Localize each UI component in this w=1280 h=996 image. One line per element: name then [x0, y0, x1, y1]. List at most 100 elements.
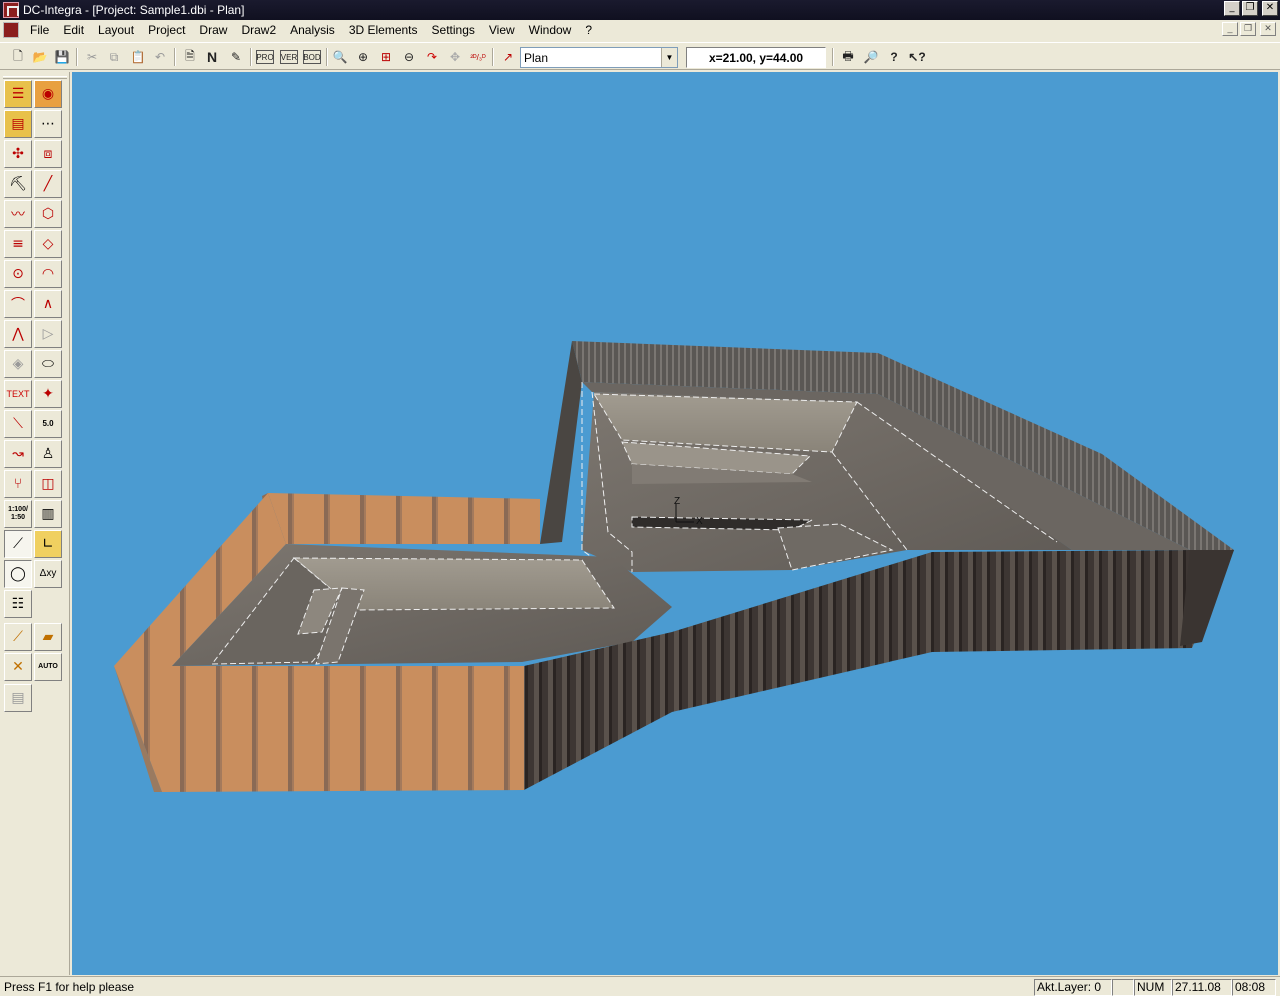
toolbar-separator — [250, 48, 252, 66]
anchor-row-icon[interactable]: ⋯ — [34, 110, 62, 138]
document-icon[interactable]: 🗎 — [180, 47, 200, 67]
target-icon[interactable]: ◉ — [34, 80, 62, 108]
mdi-restore-button[interactable]: ❐ — [1240, 22, 1256, 36]
redraw-icon[interactable]: ↷ — [422, 47, 442, 67]
menu-help[interactable]: ? — [578, 20, 599, 40]
pan-icon[interactable]: ✥ — [445, 47, 465, 67]
open-folder-icon[interactable]: 📂 — [30, 47, 50, 67]
print-preview-icon[interactable]: 🔎 — [861, 47, 881, 67]
stacked-layers-icon[interactable]: ☷ — [4, 590, 32, 618]
axis-label-x: X — [696, 516, 703, 527]
table-list-icon[interactable]: ▤ — [4, 684, 32, 712]
rotated-square-icon[interactable]: ◇ — [34, 230, 62, 258]
arc-icon[interactable]: ◠ — [34, 260, 62, 288]
close-button[interactable]: ✕ — [1262, 1, 1278, 16]
panel-icon[interactable]: ◫ — [34, 470, 62, 498]
hatch-lines-icon[interactable]: ≡ — [4, 230, 32, 258]
slope-line-icon[interactable]: ⟍ — [4, 410, 32, 438]
north-icon[interactable]: N — [202, 47, 222, 67]
split-icon[interactable]: ⑂ — [4, 470, 32, 498]
scale-tool[interactable]: 1:100/ 1:50 — [4, 500, 32, 528]
chamfer-icon[interactable]: ⋀ — [4, 320, 32, 348]
palette-grip[interactable] — [3, 76, 67, 79]
menu-edit[interactable]: Edit — [56, 20, 91, 40]
lasso-icon[interactable]: ◯ — [4, 560, 32, 588]
polyline-icon[interactable]: 〰 — [4, 200, 32, 228]
zoom-in-icon[interactable]: ⊕ — [353, 47, 373, 67]
pencil-icon[interactable]: ✎ — [226, 47, 246, 67]
text-tool[interactable]: TEXT — [4, 380, 32, 408]
mdi-controls: _ ❐ ✕ — [1222, 22, 1276, 36]
curve-arrow-icon[interactable]: ↝ — [4, 440, 32, 468]
paste-icon[interactable]: 📋 — [128, 47, 148, 67]
zoom-window-icon[interactable]: ⊞ — [376, 47, 396, 67]
menu-window[interactable]: Window — [522, 20, 579, 40]
arc-three-point-icon[interactable]: ⌒ — [4, 290, 32, 318]
3d-viewport[interactable]: Z X — [72, 72, 1278, 975]
bedding-icon[interactable]: VER — [280, 50, 298, 64]
undo-icon[interactable]: ↶ — [150, 47, 170, 67]
profile-icon[interactable]: PRO — [256, 50, 274, 64]
status-date: 27.11.08 — [1172, 979, 1232, 996]
delta-tool-label: Δxy — [39, 568, 57, 579]
delta-tool[interactable]: Δxy — [34, 560, 62, 588]
menu-view[interactable]: View — [482, 20, 522, 40]
hatch-ellipse-icon[interactable]: ⬭ — [34, 350, 62, 378]
toolbar-separator — [492, 48, 494, 66]
mdi-minimize-button[interactable]: _ — [1222, 22, 1238, 36]
beam-icon[interactable]: ▰ — [34, 623, 62, 651]
mdi-close-button[interactable]: ✕ — [1260, 22, 1276, 36]
zoom-icon[interactable]: 🔍 — [330, 47, 350, 67]
document-system-icon[interactable] — [3, 22, 19, 38]
window-controls: _ ❐ ✕ — [1224, 1, 1278, 16]
maximize-button[interactable]: ❐ — [1242, 1, 1258, 16]
line-arrow-icon[interactable]: ↗ — [498, 47, 518, 67]
beam-cross-icon[interactable]: ✕ — [4, 653, 32, 681]
help-icon[interactable]: ? — [884, 47, 904, 67]
beam-rotate-icon[interactable]: ⟋ — [4, 623, 32, 651]
ground-icon[interactable]: BOD — [303, 50, 321, 64]
layers-window-icon[interactable]: ▥ — [34, 500, 62, 528]
point-marker-icon[interactable]: ✦ — [34, 380, 62, 408]
line-tool-icon[interactable]: ╱ — [34, 170, 62, 198]
multi-direction-icon[interactable]: ✣ — [4, 140, 32, 168]
auto-tool[interactable]: AUTO — [34, 653, 62, 681]
menu-file[interactable]: File — [23, 20, 56, 40]
menu-draw2[interactable]: Draw2 — [234, 20, 283, 40]
corner-icon[interactable]: ∟ — [34, 530, 62, 558]
ground-layer-icon[interactable]: ▤ — [4, 110, 32, 138]
excavation-3d-model: Z X — [114, 341, 1234, 792]
chevron-down-icon[interactable]: ▼ — [661, 48, 677, 67]
menu-project[interactable]: Project — [141, 20, 192, 40]
frame-edit-icon[interactable]: ⧈ — [34, 140, 62, 168]
menu-analysis[interactable]: Analysis — [283, 20, 342, 40]
menu-3d-elements[interactable]: 3D Elements — [342, 20, 425, 40]
layer-tool-icon[interactable]: ☰ — [4, 80, 32, 108]
dimension-tool[interactable]: 5.0 — [34, 410, 62, 438]
mirror-icon[interactable]: ◈ — [4, 350, 32, 378]
status-layer: Akt.Layer: 0 — [1034, 979, 1112, 996]
menu-settings[interactable]: Settings — [425, 20, 482, 40]
context-help-icon[interactable]: ↖? — [907, 47, 927, 67]
cut-icon[interactable]: ✂ — [82, 47, 102, 67]
circle-icon[interactable]: ⊙ — [4, 260, 32, 288]
new-file-icon[interactable]: 🗋 — [8, 47, 28, 67]
print-icon[interactable]: 🖶 — [838, 47, 858, 67]
excavator-icon[interactable]: ⛏ — [4, 170, 32, 198]
minimize-button[interactable]: _ — [1224, 1, 1240, 16]
menu-layout[interactable]: Layout — [91, 20, 141, 40]
triangle-icon[interactable]: ▷ — [34, 320, 62, 348]
copy-icon[interactable]: ⧉ — [104, 47, 124, 67]
back-wall-timber — [268, 493, 540, 544]
app-icon[interactable] — [3, 2, 19, 18]
menu-draw[interactable]: Draw — [192, 20, 234, 40]
front-wall-timber — [114, 666, 524, 792]
angle-icon[interactable]: ∧ — [34, 290, 62, 318]
figure-icon[interactable]: ♙ — [34, 440, 62, 468]
zoom-out-icon[interactable]: ⊖ — [399, 47, 419, 67]
save-icon[interactable]: 💾 — [52, 47, 72, 67]
polygon-icon[interactable]: ⬡ — [34, 200, 62, 228]
view-2d-3d-icon[interactable]: ²ᴰ/₃ᴰ — [468, 47, 488, 67]
view-selector[interactable]: Plan ▼ — [520, 47, 678, 68]
measure-icon[interactable]: ⟋ — [4, 530, 32, 558]
